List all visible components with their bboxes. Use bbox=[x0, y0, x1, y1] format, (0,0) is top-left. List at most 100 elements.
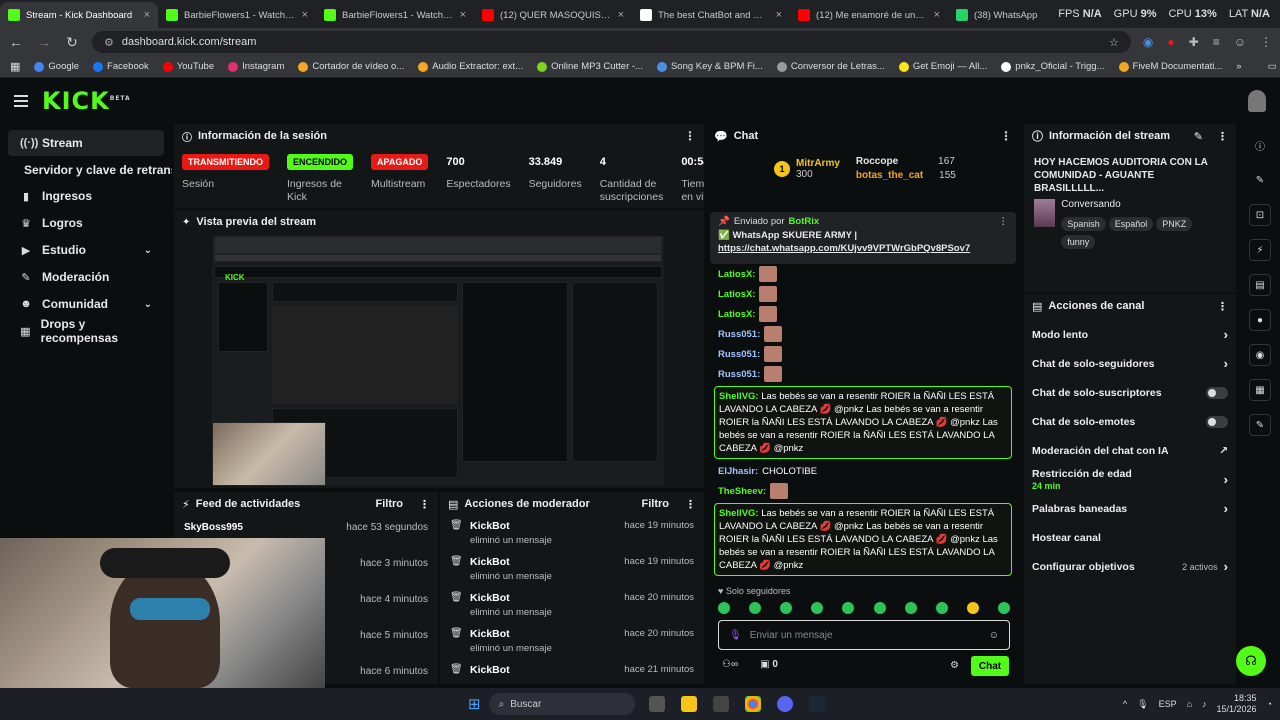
site-info-icon[interactable]: ⚙ bbox=[104, 36, 114, 49]
chat-username[interactable]: LatiosX: bbox=[718, 268, 755, 281]
info-icon[interactable]: ⓘ bbox=[1249, 134, 1271, 156]
chat-message[interactable]: Russ051: bbox=[706, 324, 1020, 344]
stream-tag[interactable]: PNKZ bbox=[1156, 217, 1193, 231]
kick-logo[interactable]: KICKBETA bbox=[42, 87, 131, 115]
chat-message[interactable]: LatiosX: bbox=[706, 264, 1020, 284]
channel-action-item[interactable]: Restricción de edad 24 min › bbox=[1024, 465, 1236, 494]
profile-icon[interactable]: ☺ bbox=[1234, 35, 1246, 49]
sidebar-item[interactable]: ♛ Logros bbox=[8, 210, 164, 236]
bookmark-item[interactable]: Conversor de Letras... bbox=[776, 61, 885, 72]
tab-close-icon[interactable]: × bbox=[618, 9, 624, 21]
windows-start-icon[interactable]: ⊞ bbox=[468, 695, 481, 713]
emote-icon[interactable] bbox=[904, 602, 917, 614]
chat-message[interactable]: Russ051: bbox=[706, 364, 1020, 384]
channel-action-item[interactable]: Moderación del chat con IA ↗ bbox=[1024, 436, 1236, 465]
channel-action-item[interactable]: Configurar objetivos 2 activos › bbox=[1024, 552, 1236, 581]
highlighted-chat-message[interactable]: ShellVG: Las bebés se van a resentir ROI… bbox=[714, 386, 1012, 459]
edit-icon[interactable]: ✎ bbox=[1249, 169, 1271, 191]
emote-icon[interactable] bbox=[749, 602, 762, 614]
chat-bubble-icon[interactable]: ● bbox=[1249, 309, 1271, 331]
hamburger-menu-icon[interactable] bbox=[14, 95, 28, 107]
stream-tag[interactable]: Español bbox=[1108, 217, 1154, 231]
bolt-icon[interactable]: ⚡ bbox=[1249, 239, 1271, 261]
sidebar-item[interactable]: ▦ Drops y recompensas bbox=[8, 317, 164, 345]
back-icon[interactable]: ← bbox=[8, 34, 24, 50]
chat-message[interactable]: LatiosX: bbox=[706, 304, 1020, 324]
chat-send-button[interactable]: Chat bbox=[971, 656, 1009, 676]
highlighted-chat-message[interactable]: ShellVG: Las bebés se van a resentir ROI… bbox=[714, 503, 1012, 576]
chat-settings-icon[interactable]: ⚙ bbox=[950, 660, 959, 671]
bookmark-item[interactable]: Google bbox=[34, 61, 79, 72]
chat-username[interactable]: ShellVG: bbox=[719, 391, 759, 402]
stream-tag[interactable]: Spanish bbox=[1061, 217, 1106, 231]
leader-name[interactable]: Roccope bbox=[856, 156, 898, 167]
layout-icon[interactable]: ▦ bbox=[1249, 379, 1271, 401]
bookmark-item[interactable]: Online MP3 Cutter -... bbox=[537, 61, 643, 72]
user-avatar[interactable] bbox=[1248, 90, 1266, 112]
chat-message[interactable]: LatiosX: bbox=[706, 284, 1020, 304]
feed-filter-button[interactable]: Filtro bbox=[376, 498, 404, 510]
extension-icon[interactable]: ◉ bbox=[1143, 35, 1153, 49]
chat-username[interactable]: Russ051: bbox=[718, 328, 760, 341]
document-icon[interactable]: ▤ bbox=[1249, 274, 1271, 296]
chat-username[interactable]: TheSheev: bbox=[718, 485, 766, 498]
category-name[interactable]: Conversando bbox=[1061, 199, 1226, 210]
chat-message[interactable]: Russ051: bbox=[706, 344, 1020, 364]
mod-filter-button[interactable]: Filtro bbox=[642, 498, 670, 510]
reload-icon[interactable]: ↻ bbox=[64, 34, 80, 51]
chat-menu-icon[interactable]: ⋮ bbox=[1000, 129, 1012, 143]
channel-action-item[interactable]: Chat de solo-suscriptores bbox=[1024, 378, 1236, 407]
apps-grid-icon[interactable]: ▦ bbox=[10, 60, 20, 73]
chrome-icon[interactable] bbox=[744, 696, 761, 712]
menu-list-icon[interactable]: ≡ bbox=[1213, 35, 1220, 49]
emote-icon[interactable] bbox=[997, 602, 1010, 614]
help-button[interactable]: ☊ bbox=[1236, 646, 1266, 676]
browser-tab[interactable]: Stream - Kick Dashboard × bbox=[0, 2, 158, 28]
tab-close-icon[interactable]: × bbox=[302, 9, 308, 21]
browser-tab[interactable]: (12) Me enamoré de una Croata × bbox=[790, 2, 948, 28]
steam-icon[interactable] bbox=[808, 696, 825, 712]
chat-username[interactable]: ShellVG: bbox=[719, 508, 759, 519]
moderator-name[interactable]: KickBot bbox=[470, 520, 614, 532]
chat-message[interactable]: TheSheev: bbox=[706, 481, 1020, 501]
leader-name[interactable]: MitrArmy bbox=[796, 158, 840, 169]
bookmark-item[interactable]: Cortador de vídeo o... bbox=[298, 61, 404, 72]
puzzle-icon[interactable]: ✚ bbox=[1189, 35, 1199, 49]
network-icon[interactable]: ⌂ bbox=[1187, 699, 1192, 709]
emoji-picker-icon[interactable]: ☺ bbox=[989, 630, 999, 641]
language-indicator[interactable]: ESP bbox=[1159, 699, 1177, 709]
moderator-name[interactable]: KickBot bbox=[470, 592, 614, 604]
chat-input[interactable]: 🎙 Enviar un mensaje ☺ bbox=[718, 620, 1010, 650]
edit-icon[interactable]: ✎ bbox=[1194, 130, 1203, 143]
discord-icon[interactable] bbox=[776, 696, 793, 712]
crop-icon[interactable]: ⊡ bbox=[1249, 204, 1271, 226]
channel-action-item[interactable]: Palabras baneadas › bbox=[1024, 494, 1236, 523]
pin-toggle-icon[interactable]: ⋮ bbox=[999, 216, 1009, 227]
moderator-name[interactable]: KickBot bbox=[470, 664, 614, 676]
toggle-switch[interactable] bbox=[1206, 415, 1228, 428]
sidebar-subitem[interactable]: Servidor y clave de retransmisión bbox=[0, 157, 172, 183]
url-omnibox[interactable]: ⚙ dashboard.kick.com/stream ☆ bbox=[92, 31, 1131, 53]
bookmark-item[interactable]: FiveM Documentati... bbox=[1118, 61, 1222, 72]
moderator-name[interactable]: KickBot bbox=[470, 628, 614, 640]
emote-icon[interactable] bbox=[842, 602, 855, 614]
bookmark-star-icon[interactable]: ☆ bbox=[1109, 36, 1119, 49]
channel-action-item[interactable]: Chat de solo-emotes bbox=[1024, 407, 1236, 436]
emote-icon[interactable] bbox=[935, 602, 948, 614]
status-badge[interactable]: TRANSMITIENDO bbox=[182, 154, 269, 170]
bookmark-item[interactable]: Instagram bbox=[228, 61, 284, 72]
wrench-icon[interactable]: ✎ bbox=[1249, 414, 1271, 436]
pinned-link[interactable]: https://chat.whatsapp.com/KUjvv9VPTWrGbP… bbox=[718, 243, 1008, 254]
mic-icon[interactable]: 🎙 bbox=[1137, 699, 1148, 710]
browser-tab[interactable]: The best ChatBot and Widgets × bbox=[632, 2, 790, 28]
channel-action-item[interactable]: Hostear canal bbox=[1024, 523, 1236, 552]
browser-tab[interactable]: (12) QUER MASOQUISTA ENTÃO × bbox=[474, 2, 632, 28]
leader-name[interactable]: botas_the_cat bbox=[856, 170, 923, 181]
browser-tab[interactable]: BarbieFlowers1 - Watch clips on × bbox=[158, 2, 316, 28]
category-thumbnail[interactable] bbox=[1034, 199, 1056, 227]
emote-icon[interactable] bbox=[873, 602, 886, 614]
chat-username[interactable]: Russ051: bbox=[718, 348, 760, 361]
forward-icon[interactable]: → bbox=[36, 34, 52, 50]
clock[interactable]: 18:35 15/1/2026 bbox=[1217, 693, 1257, 715]
stream-preview-video[interactable]: KICK bbox=[212, 236, 664, 486]
